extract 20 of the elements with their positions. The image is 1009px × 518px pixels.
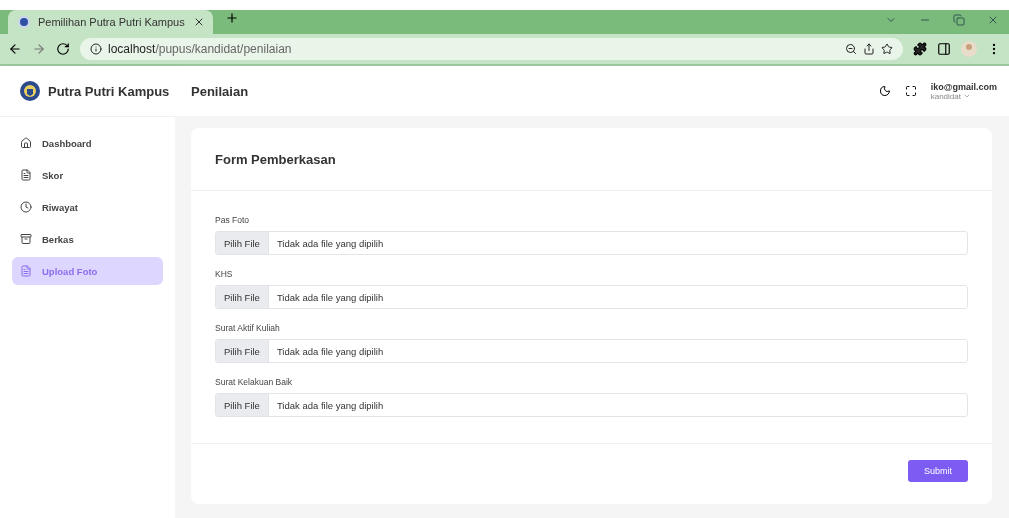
- user-email[interactable]: iko@gmail.com: [930, 81, 997, 92]
- field-label: Surat Aktif Kuliah: [215, 323, 281, 333]
- field-label: Surat Kelakuan Baik: [215, 377, 294, 387]
- file-input[interactable]: Pilih File Tidak ada file yang dipilih: [215, 339, 968, 363]
- sidebar-item[interactable]: Dashboard: [12, 129, 163, 157]
- file-input[interactable]: Pilih File Tidak ada file yang dipilih: [215, 393, 968, 417]
- card-title: Form Pemberkasan: [215, 151, 336, 167]
- submit-button[interactable]: Submit: [908, 460, 968, 482]
- page-title: Penilaian: [191, 83, 250, 99]
- field-label: KHS: [215, 269, 234, 279]
- user-role[interactable]: kandidat: [930, 91, 997, 101]
- sidebar-item[interactable]: Skor: [12, 161, 163, 189]
- sidebar-item[interactable]: Berkas: [12, 225, 163, 253]
- address-bar[interactable]: localhost/pupus/kandidat/penilaian: [80, 38, 903, 60]
- file-input[interactable]: Pilih File Tidak ada file yang dipilih: [215, 231, 968, 255]
- file-input[interactable]: Pilih File Tidak ada file yang dipilih: [215, 285, 968, 309]
- field-label: Pas Foto: [215, 215, 251, 225]
- browser-tab[interactable]: Pemilihan Putra Putri Kampus: [8, 10, 213, 34]
- brand-name: Putra Putri Kampus: [48, 83, 170, 99]
- sidebar-item[interactable]: Riwayat: [12, 193, 163, 221]
